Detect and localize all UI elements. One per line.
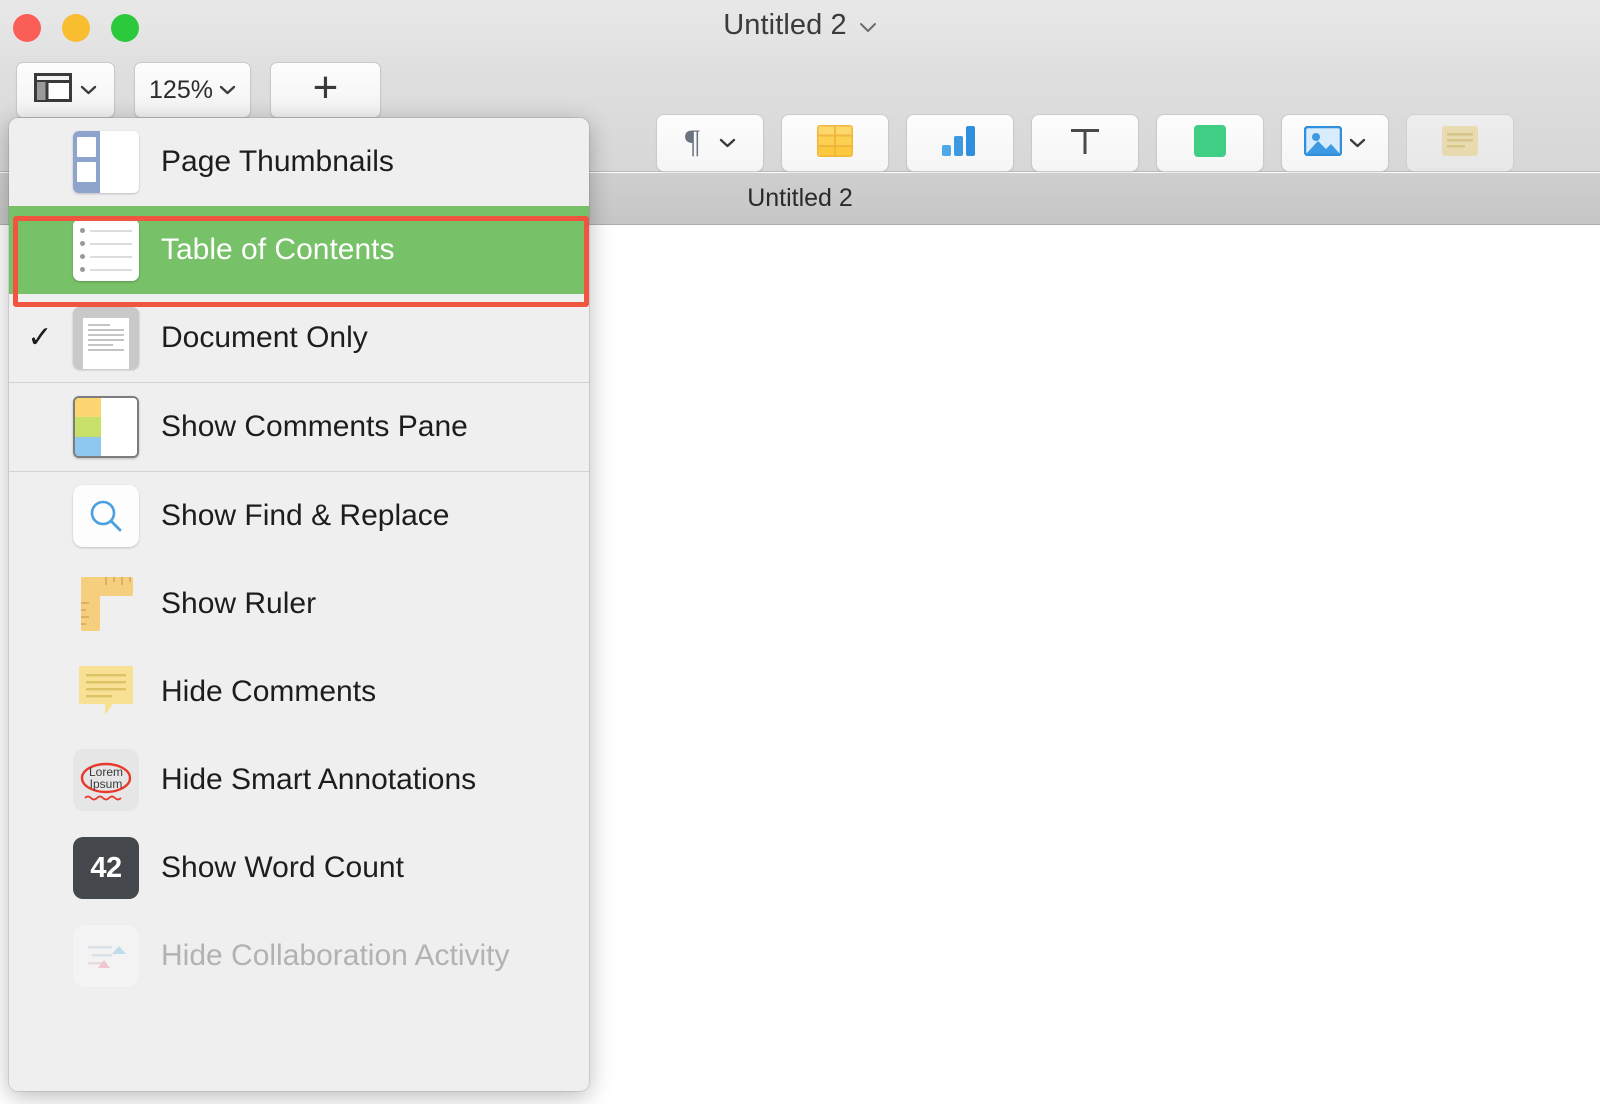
hide-smart-annotations-label: Hide Smart Annotations — [161, 763, 477, 796]
shape-button[interactable] — [1156, 114, 1264, 172]
comment-button — [1406, 114, 1514, 172]
view-options-button[interactable] — [16, 62, 115, 118]
media-button[interactable] — [1281, 114, 1389, 172]
ruler-icon — [71, 569, 141, 639]
pages-app-window: Untitled 2 125% + ¶ Untitled 2 Page Thum… — [0, 0, 1600, 1104]
title-chevron-down-icon[interactable] — [859, 22, 877, 33]
menu-item-show-word-count[interactable]: 42 Show Word Count — [9, 824, 589, 912]
insert-chevron-down-icon — [719, 138, 736, 148]
document-only-icon — [71, 303, 141, 373]
zoom-chevron-down-icon — [219, 85, 236, 95]
add-page-button[interactable]: + — [270, 62, 381, 118]
table-grid-icon — [817, 124, 853, 162]
document-title-group[interactable]: Untitled 2 — [0, 9, 1600, 42]
toolbar-left-group: 125% + — [16, 62, 381, 118]
table-of-contents-label: Table of Contents — [161, 233, 395, 266]
page-thumbnails-icon — [71, 127, 141, 197]
magnifier-icon — [71, 481, 141, 551]
green-square-icon — [1194, 124, 1226, 162]
plus-icon: + — [312, 63, 339, 112]
document-tab-label: Untitled 2 — [747, 184, 853, 212]
table-button[interactable] — [781, 114, 889, 172]
document-title: Untitled 2 — [723, 9, 847, 41]
hide-collaboration-activity-label: Hide Collaboration Activity — [161, 939, 510, 972]
menu-item-show-find-replace[interactable]: Show Find & Replace — [9, 472, 589, 560]
menu-item-table-of-contents[interactable]: Table of Contents — [9, 206, 589, 294]
text-t-icon — [1069, 125, 1101, 162]
bar-chart-icon — [941, 125, 979, 162]
collaboration-icon — [71, 921, 141, 991]
page-thumbnails-label: Page Thumbnails — [161, 145, 394, 178]
document-only-checkmark: ✓ — [27, 321, 53, 354]
smart-annotations-icon: Lorem Ipsum — [71, 745, 141, 815]
zoom-level-button[interactable]: 125% — [134, 62, 251, 118]
menu-item-show-comments-pane[interactable]: Show Comments Pane — [9, 383, 589, 471]
sticky-note-icon — [71, 657, 141, 727]
show-word-count-label: Show Word Count — [161, 851, 404, 884]
title-bar: Untitled 2 — [0, 0, 1600, 56]
menu-item-show-ruler[interactable]: Show Ruler — [9, 560, 589, 648]
comments-pane-icon — [71, 392, 141, 462]
text-button[interactable] — [1031, 114, 1139, 172]
chart-button[interactable] — [906, 114, 1014, 172]
view-options-menu: Page Thumbnails Table of Contents ✓ Docu… — [9, 118, 589, 1091]
zoom-level-value: 125% — [149, 75, 213, 104]
table-of-contents-icon — [71, 215, 141, 285]
show-comments-pane-label: Show Comments Pane — [161, 410, 468, 443]
menu-item-hide-smart-annotations[interactable]: Lorem Ipsum Hide Smart Annotations — [9, 736, 589, 824]
menu-item-document-only[interactable]: ✓ Document Only — [9, 294, 589, 382]
pilcrow-icon: ¶ — [684, 124, 712, 162]
show-ruler-label: Show Ruler — [161, 587, 317, 620]
svg-text:¶: ¶ — [685, 125, 700, 157]
show-find-replace-label: Show Find & Replace — [161, 499, 450, 532]
word-count-badge: 42 — [73, 837, 139, 899]
sidebar-layout-icon — [34, 73, 72, 107]
menu-item-hide-collaboration-activity: Hide Collaboration Activity — [9, 912, 589, 1000]
insert-button[interactable]: ¶ — [656, 114, 764, 172]
photo-icon — [1303, 125, 1343, 161]
view-chevron-down-icon — [80, 85, 97, 95]
menu-item-page-thumbnails[interactable]: Page Thumbnails — [9, 118, 589, 206]
media-chevron-down-icon — [1349, 138, 1366, 148]
menu-item-hide-comments[interactable]: Hide Comments — [9, 648, 589, 736]
hide-comments-label: Hide Comments — [161, 675, 377, 708]
svg-text:Ipsum: Ipsum — [90, 777, 123, 791]
sticky-note-icon — [1442, 125, 1478, 161]
document-only-label: Document Only — [161, 321, 368, 354]
word-count-icon: 42 — [71, 833, 141, 903]
